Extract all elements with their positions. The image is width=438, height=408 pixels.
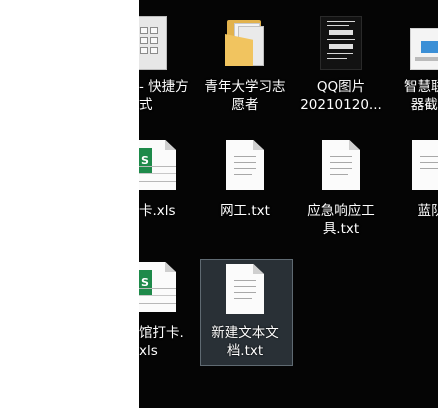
folder-icon — [225, 18, 265, 66]
image-item-qq[interactable]: QQ图片 20210120... — [295, 14, 387, 124]
image-label: QQ图片 20210120... — [300, 79, 382, 113]
image-thumbnail-icon — [320, 16, 362, 70]
left-white-panel — [0, 0, 139, 408]
screen: - 快捷方 式 青年大学习志 愿者 QQ图片 20210120... 智慧联 器… — [0, 0, 438, 408]
image-label: 智慧联动 器截图 — [404, 79, 438, 113]
excel-file-icon: S — [139, 140, 176, 190]
file-label: 网工.txt — [220, 203, 270, 219]
image-item-screenshot[interactable]: 智慧联动 器截图 — [385, 14, 438, 124]
excel-file-icon: S — [139, 262, 176, 312]
text-file-icon — [226, 264, 264, 314]
file-label: 应急响应工 具.txt — [307, 203, 375, 237]
desktop: - 快捷方 式 青年大学习志 愿者 QQ图片 20210120... 智慧联 器… — [139, 0, 438, 408]
folder-item-youth-study[interactable]: 青年大学习志 愿者 — [199, 14, 291, 124]
txt-item-new-document[interactable]: 新建文本文 档.txt — [199, 262, 291, 372]
text-file-icon — [226, 140, 264, 190]
text-file-icon — [412, 140, 438, 190]
screenshot-image-icon — [410, 28, 438, 70]
shortcut-calculator-icon — [139, 16, 167, 70]
txt-item-network[interactable]: 网工.txt — [199, 140, 291, 240]
text-file-icon — [322, 140, 360, 190]
txt-item-emergency[interactable]: 应急响应工 具.txt — [295, 140, 387, 240]
txt-item-blue-team[interactable]: 蓝队 — [385, 140, 438, 240]
folder-label: 青年大学习志 愿者 — [204, 79, 286, 113]
file-label: 新建文本文 档.txt — [211, 325, 279, 359]
file-label: 蓝队 — [417, 203, 438, 219]
